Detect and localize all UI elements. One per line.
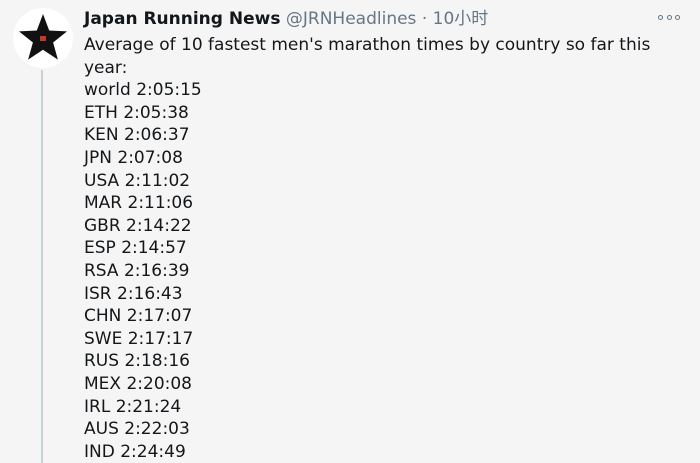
marathon-time-line: SWE 2:17:17: [84, 328, 194, 349]
marathon-time-line: ETH 2:05:38: [84, 102, 189, 123]
user-handle[interactable]: @JRNHeadlines: [286, 9, 417, 29]
marathon-time-line: USA 2:11:02: [84, 170, 191, 191]
marathon-time-line: IND 2:24:49: [84, 441, 186, 462]
marathon-time-line: ESP 2:14:57: [84, 238, 187, 259]
more-options-icon[interactable]: [658, 12, 680, 22]
marathon-time-line: GBR 2:14:22: [84, 215, 192, 236]
marathon-time-line: RUS 2:18:16: [84, 351, 190, 372]
marathon-time-line: MEX 2:20:08: [84, 373, 192, 394]
marathon-time-line: IRL 2:21:24: [84, 396, 182, 417]
marathon-time-line: MAR 2:11:06: [84, 193, 194, 214]
avatar[interactable]: [13, 8, 73, 68]
marathon-time-line: RSA 2:16:39: [84, 260, 190, 281]
tweet-intro-continued: year:: [84, 57, 128, 78]
thread-line: [41, 70, 43, 463]
marathon-times-list: world 2:05:15 ETH 2:05:38 KEN 2:06:37 JPN 2…: [84, 79, 684, 463]
black-star-logo-icon: [19, 14, 67, 60]
timestamp[interactable]: 10小时: [433, 9, 489, 29]
tweet-header: Japan Running News @JRNHeadlines · 10小时: [84, 8, 488, 30]
tweet-card: Japan Running News @JRNHeadlines · 10小时 …: [0, 0, 700, 463]
marathon-time-line: world 2:05:15: [84, 80, 202, 101]
marathon-time-line: AUS 2:22:03: [84, 419, 190, 440]
marathon-time-line: JPN 2:07:08: [84, 147, 183, 168]
marathon-time-line: CHN 2:17:07: [84, 306, 193, 327]
marathon-time-line: KEN 2:06:37: [84, 125, 190, 146]
tweet-text: Average of 10 fastest men's marathon tim…: [84, 34, 684, 463]
separator-dot: ·: [421, 9, 428, 29]
marathon-time-line: ISR 2:16:43: [84, 283, 183, 304]
display-name[interactable]: Japan Running News: [84, 9, 280, 29]
tweet-intro: Average of 10 fastest men's marathon tim…: [84, 35, 651, 55]
